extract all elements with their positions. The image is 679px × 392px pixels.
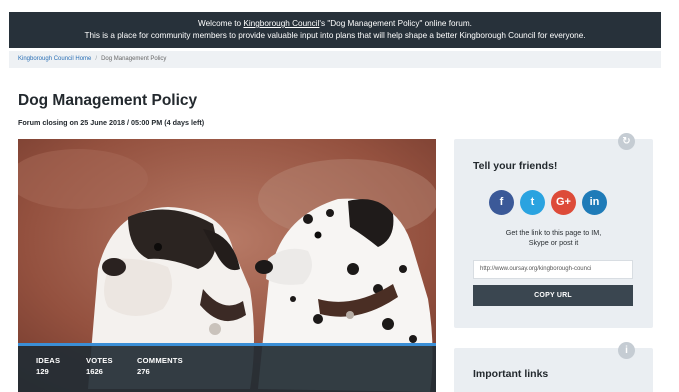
stat-ideas: IDEAS 129: [36, 356, 60, 376]
page-url-field[interactable]: http://www.oursay.org/kingborough-counci: [473, 260, 633, 279]
breadcrumb-current: Dog Management Policy: [101, 56, 167, 62]
welcome-suffix: 's "Dog Management Policy" online forum.: [319, 19, 472, 28]
copy-url-button[interactable]: COPY URL: [473, 285, 633, 306]
share-instructions: Get the link to this page to IM, Skype o…: [454, 228, 653, 248]
breadcrumb-home-link[interactable]: Kingborough Council Home: [18, 56, 91, 62]
welcome-prefix: Welcome to: [198, 19, 244, 28]
important-links-card: i Important links: [454, 342, 653, 392]
share-instructions-line-2: Skype or post it: [528, 238, 579, 247]
refresh-icon: ↻: [618, 133, 635, 150]
council-link[interactable]: Kingborough Council: [243, 19, 319, 28]
welcome-line-1: Welcome to Kingborough Council's "Dog Ma…: [9, 18, 661, 30]
stat-ideas-value: 129: [36, 367, 49, 376]
share-heading: Tell your friends!: [473, 160, 558, 172]
breadcrumb: Kingborough Council Home / Dog Management …: [9, 51, 661, 68]
stat-comments-label: COMMENTS: [137, 356, 183, 365]
hero-image: IDEAS 129 VOTES 1626 COMMENTS 276: [18, 139, 436, 392]
page-title: Dog Management Policy: [18, 92, 198, 109]
google-plus-icon[interactable]: G+: [551, 190, 576, 215]
linkedin-icon[interactable]: in: [582, 190, 607, 215]
forum-stats: IDEAS 129 VOTES 1626 COMMENTS 276: [18, 343, 436, 392]
share-instructions-line-1: Get the link to this page to IM,: [505, 228, 602, 237]
stat-votes: VOTES 1626: [86, 356, 113, 376]
info-icon: i: [618, 342, 635, 359]
stat-comments-value: 276: [137, 367, 150, 376]
breadcrumb-separator: /: [95, 56, 98, 62]
twitter-icon[interactable]: t: [520, 190, 545, 215]
important-links-heading: Important links: [473, 368, 549, 380]
welcome-line-2: This is a place for community members to…: [84, 30, 586, 40]
share-card: ↻ Tell your friends! f t G+ in Get the l…: [454, 133, 653, 328]
forum-closing-date: Forum closing on 25 June 2018 / 05:00 PM…: [18, 118, 205, 127]
stat-votes-label: VOTES: [86, 356, 113, 365]
stat-ideas-label: IDEAS: [36, 356, 61, 365]
facebook-icon[interactable]: f: [489, 190, 514, 215]
welcome-banner: Welcome to Kingborough Council's "Dog Ma…: [9, 12, 661, 48]
stat-comments: COMMENTS 276: [137, 356, 183, 376]
stat-votes-value: 1626: [86, 367, 103, 376]
